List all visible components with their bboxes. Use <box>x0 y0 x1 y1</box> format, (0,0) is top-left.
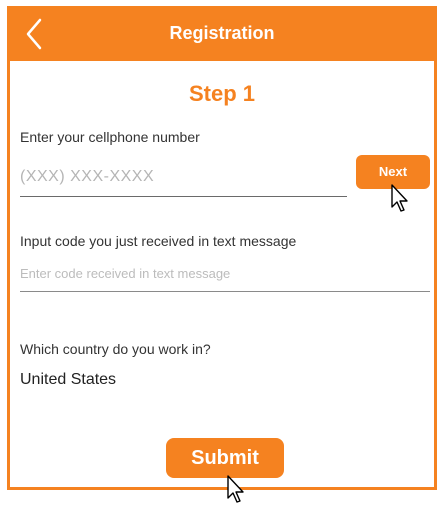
phone-input[interactable] <box>20 164 347 197</box>
header-bar: Registration <box>10 9 434 61</box>
country-select[interactable]: United States <box>20 371 116 389</box>
registration-screen: Registration Step 1 Enter your cellphone… <box>7 6 437 503</box>
code-label: Input code you just received in text mes… <box>20 233 297 249</box>
page-title: Registration <box>169 23 275 43</box>
step-heading: Step 1 <box>188 81 256 106</box>
phone-label: Enter your cellphone number <box>20 129 200 145</box>
mouse-pointer-icon <box>227 475 244 503</box>
mouse-pointer-icon <box>391 184 408 212</box>
submit-button[interactable]: Submit <box>166 438 284 478</box>
code-input[interactable] <box>20 261 430 292</box>
country-label: Which country do you work in? <box>20 341 211 357</box>
